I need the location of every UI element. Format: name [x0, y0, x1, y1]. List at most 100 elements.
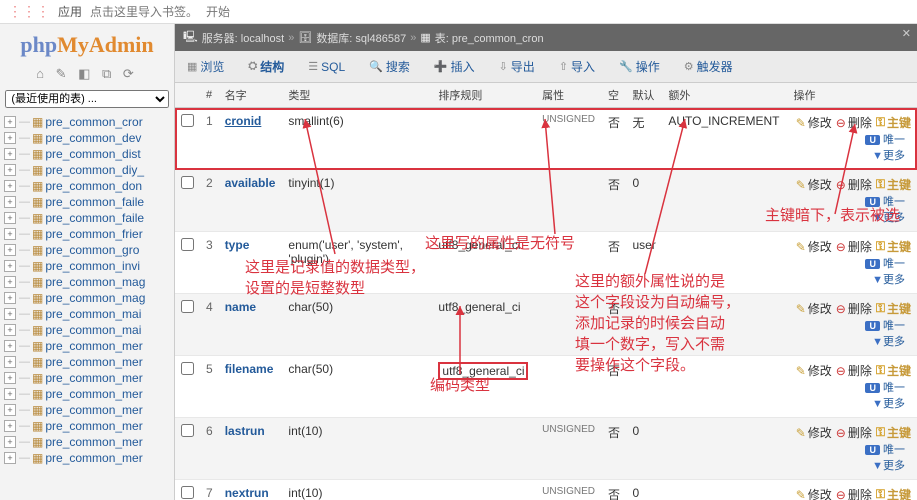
edit-button[interactable]: ✎ 修改: [796, 300, 832, 317]
delete-button[interactable]: ⊖ 删除: [836, 362, 872, 379]
unique-link[interactable]: 唯一: [883, 196, 905, 208]
col-num[interactable]: #: [200, 83, 219, 108]
unique-badge[interactable]: U: [865, 259, 880, 269]
row-checkbox[interactable]: [181, 238, 194, 251]
expand-icon[interactable]: +: [4, 308, 16, 320]
unique-link[interactable]: 唯一: [883, 134, 905, 146]
row-checkbox[interactable]: [181, 300, 194, 313]
more-link[interactable]: 更多: [883, 212, 905, 224]
more-link[interactable]: 更多: [883, 398, 905, 410]
primary-key-button[interactable]: ⚿ 主键: [876, 424, 911, 441]
row-checkbox[interactable]: [181, 176, 194, 189]
edit-button[interactable]: ✎ 修改: [796, 114, 832, 131]
sidebar-item[interactable]: +—▦pre_common_mer: [2, 418, 172, 434]
unique-link[interactable]: 唯一: [883, 320, 905, 332]
unique-link[interactable]: 唯一: [883, 258, 905, 270]
field-name[interactable]: nextrun: [219, 480, 283, 500]
sidebar-item[interactable]: +—▦pre_common_frier: [2, 226, 172, 242]
dropdown-icon[interactable]: ▼: [872, 212, 883, 224]
expand-icon[interactable]: +: [4, 276, 16, 288]
sidebar-item[interactable]: +—▦pre_common_mer: [2, 386, 172, 402]
col-name[interactable]: 名字: [219, 83, 283, 108]
edit-button[interactable]: ✎ 修改: [796, 238, 832, 255]
delete-button[interactable]: ⊖ 删除: [836, 176, 872, 193]
field-name[interactable]: filename: [219, 356, 283, 418]
tab-导入[interactable]: ⇧导入: [553, 55, 601, 78]
sidebar-item[interactable]: +—▦pre_common_don: [2, 178, 172, 194]
delete-button[interactable]: ⊖ 删除: [836, 300, 872, 317]
expand-icon[interactable]: +: [4, 196, 16, 208]
primary-key-button[interactable]: ⚿ 主键: [876, 300, 911, 317]
sidebar-item[interactable]: +—▦pre_common_mag: [2, 290, 172, 306]
expand-icon[interactable]: +: [4, 244, 16, 256]
sidebar-item[interactable]: +—▦pre_common_mer: [2, 354, 172, 370]
expand-icon[interactable]: +: [4, 388, 16, 400]
expand-icon[interactable]: +: [4, 212, 16, 224]
unique-badge[interactable]: U: [865, 383, 880, 393]
dropdown-icon[interactable]: ▼: [872, 150, 883, 162]
unique-link[interactable]: 唯一: [883, 382, 905, 394]
expand-icon[interactable]: +: [4, 436, 16, 448]
sidebar-quick-icons[interactable]: ⌂ ✎ ◧ ⧉ ⟳: [2, 64, 172, 88]
edit-button[interactable]: ✎ 修改: [796, 424, 832, 441]
expand-icon[interactable]: +: [4, 148, 16, 160]
delete-button[interactable]: ⊖ 删除: [836, 114, 872, 131]
expand-icon[interactable]: +: [4, 340, 16, 352]
expand-icon[interactable]: +: [4, 132, 16, 144]
more-link[interactable]: 更多: [883, 336, 905, 348]
primary-key-button[interactable]: ⚿ 主键: [876, 238, 911, 255]
sidebar-item[interactable]: +—▦pre_common_gro: [2, 242, 172, 258]
expand-icon[interactable]: +: [4, 228, 16, 240]
row-checkbox[interactable]: [181, 424, 194, 437]
sidebar-item[interactable]: +—▦pre_common_mer: [2, 370, 172, 386]
unique-badge[interactable]: U: [865, 445, 880, 455]
sidebar-item[interactable]: +—▦pre_common_mer: [2, 338, 172, 354]
dropdown-icon[interactable]: ▼: [872, 336, 883, 348]
more-link[interactable]: 更多: [883, 274, 905, 286]
dropdown-icon[interactable]: ▼: [872, 398, 883, 410]
expand-icon[interactable]: +: [4, 452, 16, 464]
edit-button[interactable]: ✎ 修改: [796, 362, 832, 379]
row-checkbox[interactable]: [181, 362, 194, 375]
sidebar-item[interactable]: +—▦pre_common_diy_: [2, 162, 172, 178]
tab-操作[interactable]: 🔧操作: [613, 55, 666, 78]
sidebar-item[interactable]: +—▦pre_common_cror: [2, 114, 172, 130]
dropdown-icon[interactable]: ▼: [872, 460, 883, 472]
apps-label[interactable]: 应用: [58, 3, 82, 20]
delete-button[interactable]: ⊖ 删除: [836, 238, 872, 255]
primary-key-button[interactable]: ⚿ 主键: [876, 176, 911, 193]
expand-icon[interactable]: +: [4, 324, 16, 336]
more-link[interactable]: 更多: [883, 150, 905, 162]
close-icon[interactable]: ✕: [902, 27, 911, 40]
dropdown-icon[interactable]: ▼: [872, 274, 883, 286]
sidebar-item[interactable]: +—▦pre_common_mer: [2, 402, 172, 418]
primary-key-button[interactable]: ⚿ 主键: [876, 486, 911, 500]
sidebar-item[interactable]: +—▦pre_common_faile: [2, 210, 172, 226]
expand-icon[interactable]: +: [4, 180, 16, 192]
field-name[interactable]: cronid: [219, 108, 283, 170]
sidebar-item[interactable]: +—▦pre_common_mag: [2, 274, 172, 290]
sidebar-item[interactable]: +—▦pre_common_mai: [2, 322, 172, 338]
tab-插入[interactable]: ➕插入: [428, 55, 481, 78]
col-type[interactable]: 类型: [282, 83, 432, 108]
delete-button[interactable]: ⊖ 删除: [836, 424, 872, 441]
crumb-server[interactable]: 服务器: localhost: [202, 30, 285, 46]
tab-导出[interactable]: ⇩导出: [493, 55, 541, 78]
tab-搜索[interactable]: 🔍搜索: [363, 55, 416, 78]
unique-badge[interactable]: U: [865, 321, 880, 331]
expand-icon[interactable]: +: [4, 372, 16, 384]
field-name[interactable]: lastrun: [219, 418, 283, 480]
unique-link[interactable]: 唯一: [883, 444, 905, 456]
expand-icon[interactable]: +: [4, 292, 16, 304]
primary-key-button[interactable]: ⚿ 主键: [876, 362, 911, 379]
sidebar-item[interactable]: +—▦pre_common_mer: [2, 450, 172, 466]
more-link[interactable]: 更多: [883, 460, 905, 472]
sidebar-item[interactable]: +—▦pre_common_mer: [2, 434, 172, 450]
edit-button[interactable]: ✎ 修改: [796, 176, 832, 193]
row-checkbox[interactable]: [181, 114, 194, 127]
col-null[interactable]: 空: [602, 83, 626, 108]
tab-SQL[interactable]: ☰SQL: [302, 57, 351, 77]
sidebar-item[interactable]: +—▦pre_common_dist: [2, 146, 172, 162]
expand-icon[interactable]: +: [4, 420, 16, 432]
expand-icon[interactable]: +: [4, 356, 16, 368]
